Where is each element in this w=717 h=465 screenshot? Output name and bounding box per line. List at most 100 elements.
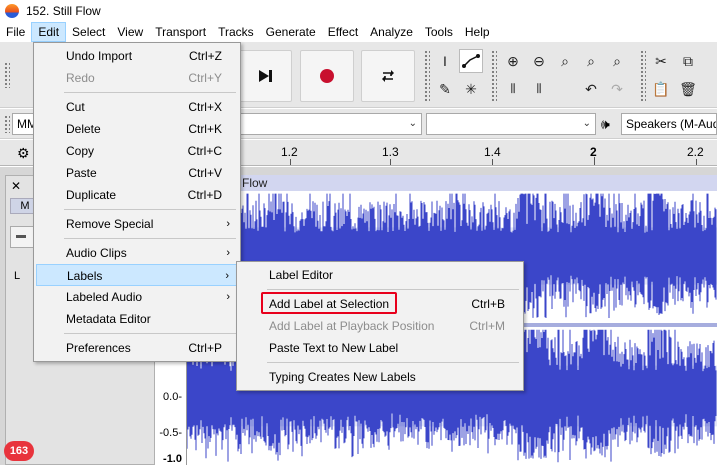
menu-separator: [267, 362, 519, 363]
window-title: 152. Still Flow: [26, 4, 101, 18]
menu-item-add-label-at-playback[interactable]: Add Label at Playback Position Ctrl+M: [239, 315, 521, 337]
fit-project-button[interactable]: ⌕: [579, 49, 603, 73]
recording-device-select[interactable]: ⌄: [238, 113, 422, 135]
zoom-out-icon: ⊖: [533, 52, 545, 69]
menu-select[interactable]: Select: [66, 22, 111, 42]
trash-icon: 🗑: [679, 80, 697, 97]
menu-item-delete[interactable]: Delete Ctrl+K: [36, 118, 238, 140]
multi-tool-button[interactable]: ✳: [459, 77, 483, 101]
copy-icon: ⧉: [683, 52, 693, 69]
ruler-tick-label: 2.2: [687, 145, 704, 159]
menu-view[interactable]: View: [111, 22, 149, 42]
chevron-right-icon: ›: [226, 247, 230, 259]
menu-item-preferences[interactable]: Preferences Ctrl+P: [36, 337, 238, 359]
menu-generate[interactable]: Generate: [260, 22, 322, 42]
menu-item-typing-creates-new-labels[interactable]: Typing Creates New Labels: [239, 366, 521, 388]
draw-tool-button[interactable]: ✎: [433, 77, 457, 101]
menu-item-labeled-audio[interactable]: Labeled Audio ›: [36, 286, 238, 308]
edit-grip[interactable]: [491, 50, 497, 102]
device-toolbar-grip[interactable]: [4, 115, 10, 133]
slider-thumb: [16, 235, 26, 238]
redo-button[interactable]: ↷: [605, 77, 629, 101]
menu-item-paste-text-to-new-label[interactable]: Paste Text to New Label: [239, 337, 521, 359]
copy-button[interactable]: ⧉: [676, 49, 700, 73]
silence-icon: ⫼: [536, 82, 542, 95]
loop-button[interactable]: [361, 50, 415, 102]
zoom-in-button[interactable]: ⊕: [501, 49, 525, 73]
trim-audio-button[interactable]: ⫼: [501, 77, 525, 101]
skip-to-end-button[interactable]: [238, 50, 292, 102]
playback-device-select[interactable]: Speakers (M-Audi: [621, 113, 717, 135]
menu-item-metadata-editor[interactable]: Metadata Editor: [36, 308, 238, 330]
ruler-tick: [492, 159, 493, 165]
ruler-tick: [390, 159, 391, 165]
gear-icon[interactable]: ⚙: [17, 145, 30, 162]
menu-item-undo-import[interactable]: Undo Import Ctrl+Z: [36, 45, 238, 67]
menu-file[interactable]: File: [0, 22, 31, 42]
ruler-tick: [290, 159, 291, 165]
menu-item-duplicate[interactable]: Duplicate Ctrl+D: [36, 184, 238, 206]
fit-selection-button[interactable]: ⌕: [553, 49, 577, 73]
redo-icon: ↷: [611, 80, 623, 97]
menu-tracks[interactable]: Tracks: [212, 22, 260, 42]
zoom-toggle-icon: ⌕: [613, 52, 621, 69]
highlight-box: [261, 292, 397, 314]
menu-bar: File Edit Select View Transport Tracks G…: [0, 22, 717, 42]
scale-label: -1.0: [163, 453, 182, 465]
cut-button[interactable]: ✂: [649, 49, 673, 73]
chevron-down-icon: ⌄: [408, 118, 417, 129]
delete-button[interactable]: 🗑: [676, 77, 700, 101]
menu-help[interactable]: Help: [459, 22, 496, 42]
menu-item-labels[interactable]: Labels ›: [36, 264, 238, 286]
scale-label: -0.5-: [159, 427, 182, 439]
chevron-down-icon: ⌄: [582, 118, 591, 129]
menu-tools[interactable]: Tools: [419, 22, 459, 42]
zoom-fit-icon: ⌕: [587, 52, 595, 69]
pencil-icon: ✎: [439, 80, 451, 97]
menu-separator: [64, 333, 236, 334]
tools-grip[interactable]: [424, 50, 430, 102]
ruler-tick: [696, 159, 697, 165]
undo-button[interactable]: ↶: [579, 77, 603, 101]
ruler-tick: [594, 157, 595, 165]
menu-item-audio-clips[interactable]: Audio Clips ›: [36, 242, 238, 264]
paste-button[interactable]: 📋: [649, 77, 673, 101]
selection-tool-button[interactable]: I: [433, 49, 457, 73]
menu-item-cut[interactable]: Cut Ctrl+X: [36, 96, 238, 118]
asterisk-icon: ✳: [465, 80, 477, 97]
title-bar: 152. Still Flow: [0, 0, 717, 22]
envelope-tool-button[interactable]: [459, 49, 483, 73]
undo-icon: ↶: [585, 80, 597, 97]
zoom-in-icon: ⊕: [507, 52, 519, 69]
scissors-icon: ✂: [655, 52, 667, 69]
clip-title-bar[interactable]: Flow: [187, 175, 717, 191]
menu-separator: [267, 289, 519, 290]
recording-channels-select[interactable]: ⌄: [426, 113, 596, 135]
zoom-out-button[interactable]: ⊖: [527, 49, 551, 73]
menu-transport[interactable]: Transport: [149, 22, 212, 42]
menu-separator: [64, 238, 236, 239]
menu-separator: [64, 209, 236, 210]
notification-badge[interactable]: 163: [4, 441, 34, 461]
close-icon[interactable]: ✕: [11, 179, 21, 193]
silence-audio-button[interactable]: ⫼: [527, 77, 551, 101]
chevron-right-icon: ›: [226, 218, 230, 230]
envelope-icon: [462, 54, 480, 68]
menu-item-paste[interactable]: Paste Ctrl+V: [36, 162, 238, 184]
labels-submenu: Label Editor Add Label at Selection Ctrl+…: [236, 261, 524, 391]
menu-item-redo[interactable]: Redo Ctrl+Y: [36, 67, 238, 89]
pan-left-label: L: [14, 270, 21, 282]
zoom-toggle-button[interactable]: ⌕: [605, 49, 629, 73]
menu-edit[interactable]: Edit: [31, 22, 67, 42]
edit-menu: Undo Import Ctrl+Z Redo Ctrl+Y Cut Ctrl+X D…: [33, 42, 241, 362]
cut-copy-grip[interactable]: [640, 50, 646, 102]
toolbar-grip[interactable]: [4, 62, 10, 88]
menu-analyze[interactable]: Analyze: [364, 22, 419, 42]
menu-item-remove-special[interactable]: Remove Special ›: [36, 213, 238, 235]
menu-item-copy[interactable]: Copy Ctrl+C: [36, 140, 238, 162]
menu-item-label-editor[interactable]: Label Editor: [239, 264, 521, 286]
scale-label: 0.0-: [163, 391, 182, 403]
menu-separator: [64, 92, 236, 93]
menu-effect[interactable]: Effect: [322, 22, 364, 42]
record-button[interactable]: [300, 50, 354, 102]
